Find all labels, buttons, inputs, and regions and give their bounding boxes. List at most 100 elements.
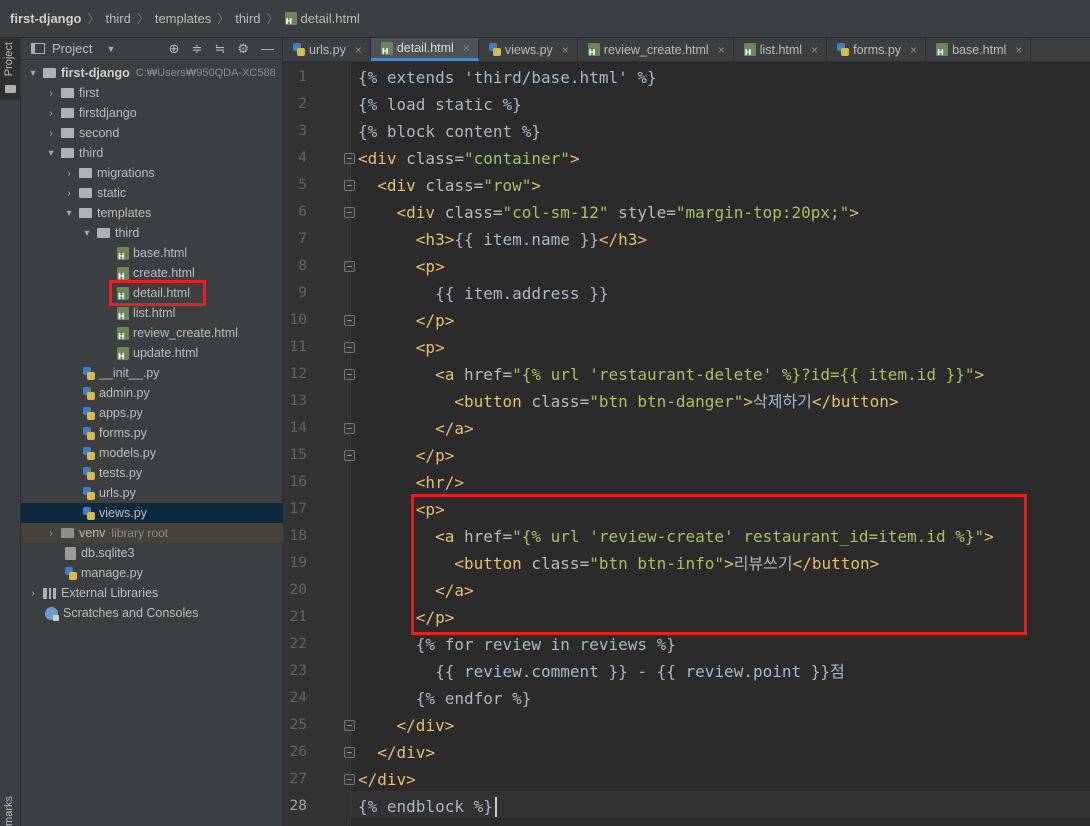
tab-list-html[interactable]: list.html × — [734, 38, 828, 61]
tree-item-urls-py[interactable]: urls.py — [21, 483, 283, 503]
tree-item-migrations[interactable]: › migrations — [21, 163, 283, 183]
fold-marker-icon[interactable] — [344, 720, 355, 731]
chevron-right-icon[interactable]: › — [45, 108, 57, 119]
tree-item-hint: library root — [111, 526, 169, 540]
close-icon[interactable]: × — [910, 43, 917, 57]
html-file-icon — [117, 306, 129, 321]
gear-icon[interactable]: ⚙ — [237, 41, 249, 57]
line-number: 5 — [298, 177, 307, 193]
chevron-right-icon[interactable]: › — [63, 188, 75, 199]
fold-marker-icon[interactable] — [344, 315, 355, 326]
line-number: 10 — [289, 312, 307, 328]
tree-item-list-html[interactable]: list.html — [21, 303, 283, 323]
chevron-right-icon[interactable]: › — [63, 168, 75, 179]
tree-item-review-create-html[interactable]: review_create.html — [21, 323, 283, 343]
bookmarks-tool-label[interactable]: marks — [3, 796, 15, 826]
tree-item-init-py[interactable]: __init__.py — [21, 363, 283, 383]
breadcrumb-item[interactable]: third — [106, 11, 131, 26]
chevron-right-icon[interactable]: › — [27, 588, 39, 599]
code-line: <p> — [415, 338, 445, 357]
line-number: 9 — [298, 285, 307, 301]
tree-item-venv[interactable]: › venv library root — [21, 523, 283, 543]
line-number: 11 — [289, 339, 307, 355]
fold-marker-icon[interactable] — [344, 342, 355, 353]
tree-item-templates-third[interactable]: ▾ third — [21, 223, 283, 243]
locate-icon[interactable]: ⊕ — [169, 41, 180, 57]
tree-item-forms-py[interactable]: forms.py — [21, 423, 283, 443]
html-file-icon — [117, 286, 129, 301]
close-icon[interactable]: × — [811, 43, 818, 57]
chevron-right-icon: 〉 — [87, 12, 100, 26]
tree-item-models-py[interactable]: models.py — [21, 443, 283, 463]
tree-item-label: tests.py — [99, 466, 143, 480]
project-panel-title[interactable]: Project — [52, 41, 92, 56]
chevron-down-icon[interactable]: ▼ — [106, 44, 115, 54]
code-line: </div> — [396, 716, 455, 735]
tree-item-external-libraries[interactable]: › External Libraries — [21, 583, 283, 603]
line-number: 7 — [298, 231, 307, 247]
tree-item-second[interactable]: › second — [21, 123, 283, 143]
fold-marker-icon[interactable] — [344, 747, 355, 758]
tree-item-detail-html[interactable]: detail.html — [21, 283, 283, 303]
fold-marker-icon[interactable] — [344, 153, 355, 164]
fold-marker-icon[interactable] — [344, 369, 355, 380]
tree-item-create-html[interactable]: create.html — [21, 263, 283, 283]
chevron-down-icon[interactable]: ▾ — [63, 208, 75, 219]
chevron-right-icon[interactable]: › — [45, 128, 57, 139]
tab-base-html[interactable]: base.html × — [926, 38, 1032, 61]
tree-item-first[interactable]: › first — [21, 83, 283, 103]
code-line: </p> — [415, 311, 455, 330]
code-line: {{ item.address }} — [435, 284, 609, 303]
fold-marker-icon[interactable] — [344, 450, 355, 461]
tree-item-label: External Libraries — [61, 586, 159, 600]
python-file-icon — [837, 43, 850, 56]
tree-item-third[interactable]: ▾ third — [21, 143, 283, 163]
fold-marker-icon[interactable] — [344, 261, 355, 272]
tree-item-tests-py[interactable]: tests.py — [21, 463, 283, 483]
tree-item-apps-py[interactable]: apps.py — [21, 403, 283, 423]
code-line: <div class="col-sm-12" style="margin-top… — [396, 203, 859, 222]
tree-item-label: first-django — [61, 66, 130, 80]
close-icon[interactable]: × — [463, 41, 470, 55]
tree-item-templates[interactable]: ▾ templates — [21, 203, 283, 223]
tree-item-admin-py[interactable]: admin.py — [21, 383, 283, 403]
tab-urls-py[interactable]: urls.py × — [283, 38, 371, 61]
chevron-down-icon[interactable]: ▾ — [27, 68, 39, 79]
code-line: </p> — [415, 446, 455, 465]
expand-all-icon[interactable]: ≑ — [192, 41, 203, 57]
tree-item-project-root[interactable]: ▾ first-django C:₩Users₩950QDA-XC588 — [21, 63, 283, 83]
tree-item-scratches[interactable]: Scratches and Consoles — [21, 603, 283, 623]
fold-marker-icon[interactable] — [344, 774, 355, 785]
tree-item-base-html[interactable]: base.html — [21, 243, 283, 263]
project-tool-tab[interactable]: Project — [0, 38, 21, 100]
code-editor[interactable]: 1 {% extends 'third/base.html' %} 2 {% load… — [283, 62, 1090, 826]
chevron-down-icon[interactable]: ▾ — [45, 148, 57, 159]
chevron-down-icon[interactable]: ▾ — [81, 228, 93, 239]
breadcrumb-item[interactable]: first-django — [10, 11, 82, 26]
chevron-right-icon[interactable]: › — [45, 88, 57, 99]
tree-item-manage-py[interactable]: manage.py — [21, 563, 283, 583]
collapse-all-icon[interactable]: ≒ — [214, 41, 225, 57]
fold-marker-icon[interactable] — [344, 180, 355, 191]
close-icon[interactable]: × — [718, 43, 725, 57]
breadcrumb-item-current[interactable]: detail.html — [284, 11, 360, 26]
python-file-icon — [83, 486, 95, 500]
fold-marker-icon[interactable] — [344, 423, 355, 434]
chevron-right-icon[interactable]: › — [45, 528, 57, 539]
fold-marker-icon[interactable] — [344, 207, 355, 218]
tab-review-create-html[interactable]: review_create.html × — [578, 38, 734, 61]
tree-item-firstdjango[interactable]: › firstdjango — [21, 103, 283, 123]
tree-item-static[interactable]: › static — [21, 183, 283, 203]
breadcrumb-item[interactable]: templates — [155, 11, 211, 26]
tab-forms-py[interactable]: forms.py × — [827, 38, 927, 61]
close-icon[interactable]: × — [1015, 43, 1022, 57]
breadcrumb-item[interactable]: third — [235, 11, 260, 26]
close-icon[interactable]: × — [355, 43, 362, 57]
minimize-icon[interactable]: — — [261, 41, 274, 57]
tab-views-py[interactable]: views.py × — [479, 38, 578, 61]
close-icon[interactable]: × — [562, 43, 569, 57]
tab-detail-html[interactable]: detail.html × — [370, 38, 479, 61]
tree-item-views-py[interactable]: views.py — [21, 503, 283, 523]
tree-item-db-sqlite3[interactable]: db.sqlite3 — [21, 543, 283, 563]
tree-item-update-html[interactable]: update.html — [21, 343, 283, 363]
